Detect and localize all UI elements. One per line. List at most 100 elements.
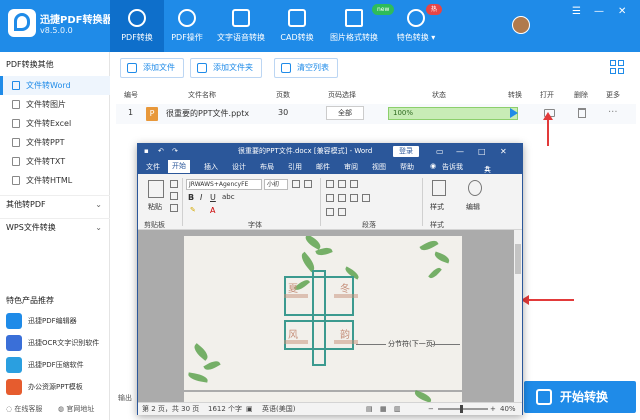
- tab-design[interactable]: 设计: [232, 162, 246, 172]
- tab-text-speech[interactable]: 文字语音转换: [212, 0, 270, 52]
- scrollbar-thumb[interactable]: [515, 244, 521, 274]
- zoom-slider-thumb[interactable]: [460, 405, 463, 413]
- tab-cad-convert[interactable]: CAD转换: [274, 0, 320, 52]
- vertical-scrollbar[interactable]: [514, 230, 522, 402]
- paste-icon[interactable]: [148, 180, 164, 198]
- sidebar-group-pdf-to-other[interactable]: PDF转换其他: [0, 56, 110, 74]
- justify-icon[interactable]: [362, 194, 370, 202]
- tab-help[interactable]: 帮助: [400, 162, 414, 172]
- convert-play-icon[interactable]: [510, 108, 518, 118]
- doc-char: 夏: [288, 284, 298, 295]
- save-icon[interactable]: ▪: [144, 144, 149, 159]
- login-button[interactable]: 登录: [393, 146, 419, 157]
- tab-file[interactable]: 文件: [146, 162, 160, 172]
- close-icon[interactable]: ✕: [500, 144, 507, 159]
- ribbon-display-icon[interactable]: ▭: [436, 144, 444, 159]
- tab-layout[interactable]: 布局: [260, 162, 274, 172]
- status-page[interactable]: 第 2 页，共 30 页: [142, 403, 199, 415]
- font-color-icon[interactable]: A: [210, 206, 215, 215]
- tab-mailings[interactable]: 邮件: [316, 162, 330, 172]
- web-layout-icon[interactable]: ▥: [394, 403, 401, 415]
- tab-pdf-operate[interactable]: PDF操作: [164, 0, 210, 52]
- undo-icon[interactable]: ↶: [158, 144, 164, 159]
- clear-list-button[interactable]: 清空列表: [274, 58, 338, 78]
- tab-image-format[interactable]: 图片格式转换 new: [324, 0, 395, 52]
- sidebar-item-to-html[interactable]: 文件转HTML: [0, 171, 110, 190]
- tab-references[interactable]: 引用: [288, 162, 302, 172]
- tab-view[interactable]: 视图: [372, 162, 386, 172]
- sidebar-group-wps[interactable]: WPS文件转换 ⌄: [0, 218, 110, 236]
- minimize-icon[interactable]: —: [594, 6, 604, 17]
- grid-view-icon[interactable]: [610, 60, 624, 74]
- read-mode-icon[interactable]: ▤: [366, 403, 373, 415]
- zoom-out-icon[interactable]: −: [428, 403, 434, 415]
- multilevel-icon[interactable]: [350, 180, 358, 188]
- shrink-font-icon[interactable]: [304, 180, 312, 188]
- document-canvas[interactable]: 夏 冬 风 韵 分节符(下一页): [138, 230, 514, 403]
- underline-icon[interactable]: U: [210, 193, 216, 202]
- maximize-icon[interactable]: □: [478, 144, 486, 159]
- delete-icon[interactable]: [578, 108, 586, 118]
- copy-icon[interactable]: [170, 192, 178, 200]
- borders-icon[interactable]: [338, 208, 346, 216]
- menu-icon[interactable]: ☰: [572, 6, 581, 17]
- sidebar-item-to-excel[interactable]: 文件转Excel: [0, 114, 110, 133]
- align-left-icon[interactable]: [326, 194, 334, 202]
- close-icon[interactable]: ✕: [618, 6, 626, 17]
- styles-icon[interactable]: [432, 180, 446, 196]
- font-name-select[interactable]: JRWAWS+AgencyFE: [186, 179, 262, 190]
- user-avatar[interactable]: [512, 16, 530, 34]
- cut-icon[interactable]: [170, 180, 178, 188]
- convert-icon: [536, 389, 552, 405]
- tab-insert[interactable]: 插入: [204, 162, 218, 172]
- tab-review[interactable]: 审阅: [344, 162, 358, 172]
- group-styles: 样式: [430, 221, 444, 229]
- sidebar-item-to-txt[interactable]: 文件转TXT: [0, 152, 110, 171]
- sidebar-item-to-word[interactable]: 文件转Word: [0, 76, 110, 95]
- zoom-level[interactable]: 40%: [500, 403, 516, 415]
- italic-icon[interactable]: I: [200, 193, 202, 202]
- tell-me-search[interactable]: 告诉我: [442, 162, 463, 172]
- editing-label[interactable]: 编辑: [466, 202, 480, 212]
- bold-icon[interactable]: B: [188, 193, 194, 202]
- sidebar-item-to-ppt[interactable]: 文件转PPT: [0, 133, 110, 152]
- page-select[interactable]: 全部: [326, 106, 364, 120]
- proofing-icon[interactable]: ▣: [246, 403, 253, 415]
- align-right-icon[interactable]: [350, 194, 358, 202]
- feature-pdf-editor[interactable]: 迅捷PDF编辑器: [6, 312, 106, 330]
- format-painter-icon[interactable]: [170, 204, 178, 212]
- tab-pdf-convert[interactable]: PDF转换: [110, 0, 164, 52]
- more-icon[interactable]: ···: [608, 107, 618, 118]
- feature-ocr[interactable]: 迅捷OCR文字识别软件: [6, 334, 106, 352]
- status-language[interactable]: 英语(美国): [262, 403, 295, 415]
- sidebar-group-other-to-pdf[interactable]: 其他转PDF ⌄: [0, 195, 110, 213]
- feature-ppt-templates[interactable]: 办公资源PPT模板: [6, 378, 106, 396]
- print-layout-icon[interactable]: ▦: [380, 403, 387, 415]
- tab-home[interactable]: 开始: [168, 160, 190, 173]
- strikethrough-icon[interactable]: abc: [222, 193, 235, 201]
- minimize-icon[interactable]: —: [456, 144, 464, 159]
- start-convert-button[interactable]: 开始转换: [524, 381, 636, 413]
- tab-special-convert[interactable]: 特色转换 ▾ 热: [388, 0, 444, 52]
- feature-pdf-compress[interactable]: 迅捷PDF压缩软件: [6, 356, 106, 374]
- shading-icon[interactable]: [326, 208, 334, 216]
- sidebar-item-to-image[interactable]: 文件转图片: [0, 95, 110, 114]
- align-center-icon[interactable]: [338, 194, 346, 202]
- document-page[interactable]: 夏 冬 风 韵 分节符(下一页): [184, 236, 462, 390]
- official-site-link[interactable]: ◍ 官网地址: [58, 404, 94, 414]
- font-size-select[interactable]: 小初: [264, 179, 288, 190]
- redo-icon[interactable]: ↷: [172, 144, 178, 159]
- table-row[interactable]: 1 P 很重要的PPT文件.pptx 30 全部 100% ···: [116, 104, 636, 124]
- zoom-in-icon[interactable]: +: [490, 403, 496, 415]
- bullets-icon[interactable]: [326, 180, 334, 188]
- zoom-slider[interactable]: [438, 405, 488, 413]
- add-folder-button[interactable]: 添加文件夹: [190, 58, 262, 78]
- editing-search-icon[interactable]: [468, 180, 482, 196]
- numbering-icon[interactable]: [338, 180, 346, 188]
- grow-font-icon[interactable]: [292, 180, 300, 188]
- online-service-link[interactable]: ◌ 在线客服: [6, 404, 42, 414]
- add-file-button[interactable]: 添加文件: [120, 58, 184, 78]
- document-page-next[interactable]: [184, 390, 462, 403]
- status-words[interactable]: 1612 个字: [208, 403, 242, 415]
- highlight-icon[interactable]: ✎: [190, 206, 196, 214]
